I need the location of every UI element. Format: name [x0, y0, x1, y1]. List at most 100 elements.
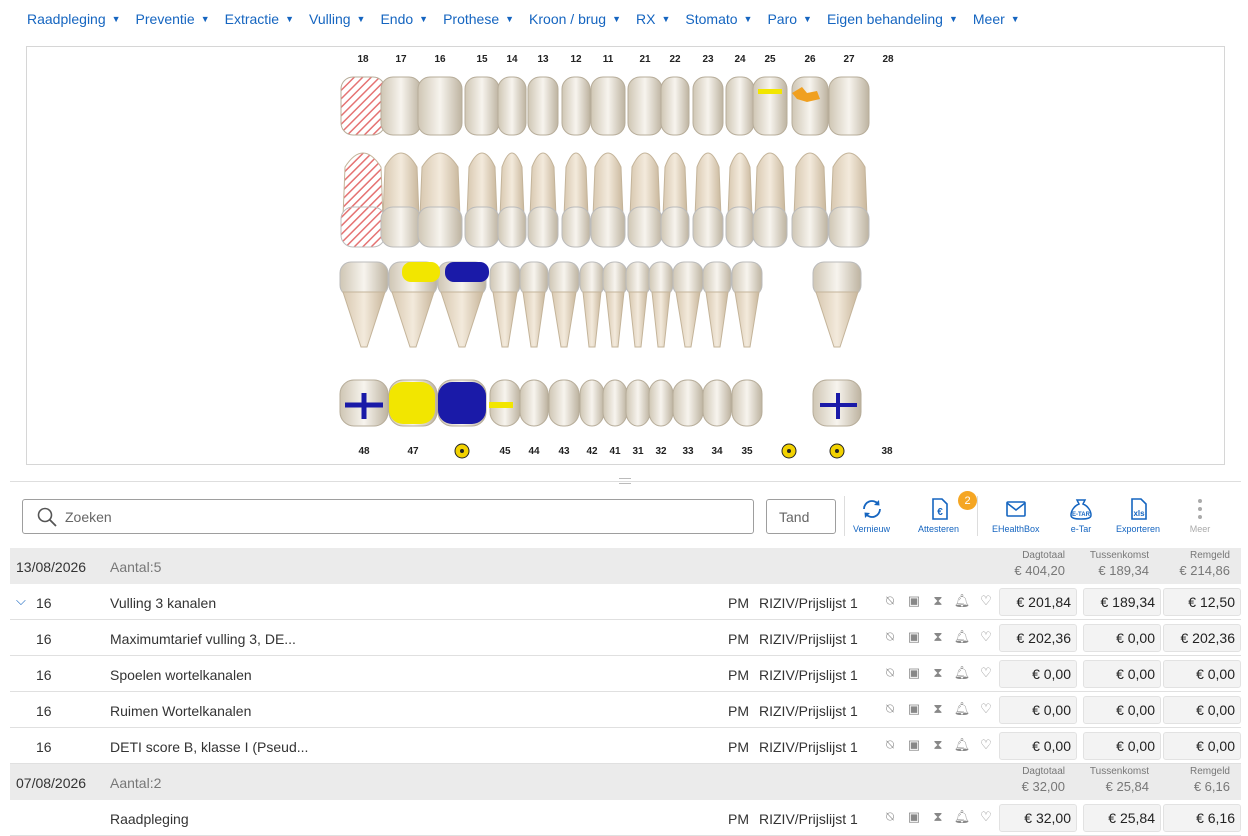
export-button[interactable]: xls Exporteren [1116, 497, 1160, 534]
menu-meer[interactable]: Meer ▼ [973, 11, 1020, 27]
heart-pulse-icon[interactable]: ♡ [974, 737, 998, 753]
no-attest-icon[interactable]: ⍉ [878, 737, 902, 753]
menu-vulling[interactable]: Vulling ▼ [309, 11, 365, 27]
tooth-number[interactable]: 24 [734, 54, 746, 65]
tooth-number[interactable]: 21 [639, 54, 651, 65]
tooth-number[interactable]: 13 [537, 54, 549, 65]
expand-chevron-icon[interactable]: ⌵ [16, 593, 26, 609]
document-status-icon[interactable]: ▣ [902, 809, 926, 825]
remgeld-amount-field[interactable]: € 0,00 [1163, 660, 1241, 688]
dagtotaal-amount-field[interactable]: € 201,84 [999, 588, 1077, 616]
tussenkomst-amount-field[interactable]: € 25,84 [1083, 804, 1161, 832]
menu-endo[interactable]: Endo ▼ [380, 11, 428, 27]
treatment-day-header[interactable]: 07/08/2026 Aantal:2 Dagtotaal € 32,00 Tussen… [10, 764, 1241, 800]
tooth-number[interactable]: 17 [395, 54, 407, 65]
treatment-day-header[interactable]: 13/08/2026 Aantal:5 Dagtotaal € 404,20 Tusse… [10, 548, 1241, 584]
document-status-icon[interactable]: ▣ [902, 701, 926, 717]
tooth-number[interactable]: 45 [499, 446, 511, 457]
dagtotaal-amount-field[interactable]: € 202,36 [999, 624, 1077, 652]
tooth-number[interactable]: 26 [804, 54, 816, 65]
hourglass-icon[interactable]: ⧗ [926, 629, 950, 645]
tooth-filter-field[interactable] [766, 499, 836, 534]
tussenkomst-amount-field[interactable]: € 0,00 [1083, 696, 1161, 724]
more-button[interactable]: Meer [1188, 497, 1212, 534]
hourglass-icon[interactable]: ⧗ [926, 737, 950, 753]
tussenkomst-amount-field[interactable]: € 0,00 [1083, 732, 1161, 760]
no-attest-icon[interactable]: ⍉ [878, 665, 902, 681]
tooth-number[interactable]: 32 [655, 446, 667, 457]
tooth-number[interactable]: 47 [407, 446, 419, 457]
menu-stomato[interactable]: Stomato ▼ [685, 11, 752, 27]
document-status-icon[interactable]: ▣ [902, 737, 926, 753]
tooth-number[interactable]: 43 [558, 446, 570, 457]
treatment-row[interactable]: ⌵ 16 Vulling 3 kanalen PM RIZIV/Prijslijst 1… [10, 584, 1241, 620]
tooth-number[interactable]: 33 [682, 446, 694, 457]
no-attest-icon[interactable]: ⍉ [878, 809, 902, 825]
treatment-row[interactable]: 16 DETI score B, klasse I (Pseud... PM RIZI… [10, 728, 1241, 764]
remgeld-amount-field[interactable]: € 0,00 [1163, 732, 1241, 760]
document-status-icon[interactable]: ▣ [902, 665, 926, 681]
treatment-row[interactable]: 16 Ruimen Wortelkanalen PM RIZIV/Prijslijst… [10, 692, 1241, 728]
odontogram[interactable]: 18 17 16 15 14 13 12 11 21 22 23 24 25 26 27 28 48 47 45 44… [26, 46, 1225, 465]
menu-prothese[interactable]: Prothese ▼ [443, 11, 514, 27]
heart-pulse-icon[interactable]: ♡ [974, 701, 998, 717]
treatment-row[interactable]: 16 Spoelen wortelkanalen PM RIZIV/Prijslijs… [10, 656, 1241, 692]
tooth-number[interactable]: 35 [741, 446, 753, 457]
tooth-number[interactable]: 25 [764, 54, 776, 65]
no-attest-icon[interactable]: ⍉ [878, 701, 902, 717]
tussenkomst-amount-field[interactable]: € 0,00 [1083, 660, 1161, 688]
splitter-grip-handle[interactable] [619, 478, 631, 484]
hourglass-icon[interactable]: ⧗ [926, 593, 950, 609]
remgeld-amount-field[interactable]: € 202,36 [1163, 624, 1241, 652]
bell-icon[interactable]: 🔔︎ [950, 737, 974, 753]
refresh-button[interactable]: Vernieuw [853, 497, 890, 534]
tooth-number[interactable]: 41 [609, 446, 621, 457]
remgeld-amount-field[interactable]: € 0,00 [1163, 696, 1241, 724]
tooth-number[interactable]: 18 [357, 54, 369, 65]
menu-rx[interactable]: RX ▼ [636, 11, 670, 27]
bell-icon[interactable]: 🔔︎ [950, 701, 974, 717]
tooth-number[interactable]: 38 [881, 446, 893, 457]
treatment-row[interactable]: 16 Maximumtarief vulling 3, DE... PM RIZIV/… [10, 620, 1241, 656]
etar-button[interactable]: E-TAR e-Tar [1068, 497, 1094, 534]
menu-paro[interactable]: Paro ▼ [767, 11, 812, 27]
heart-pulse-icon[interactable]: ♡ [974, 629, 998, 645]
menu-kroon-brug[interactable]: Kroon / brug ▼ [529, 11, 621, 27]
tooth-number[interactable]: 11 [603, 54, 614, 65]
menu-raadpleging[interactable]: Raadpleging ▼ [27, 11, 121, 27]
hourglass-icon[interactable]: ⧗ [926, 809, 950, 825]
bell-icon[interactable]: 🔔︎ [950, 665, 974, 681]
hourglass-icon[interactable]: ⧗ [926, 701, 950, 717]
remgeld-amount-field[interactable]: € 6,16 [1163, 804, 1241, 832]
heart-pulse-icon[interactable]: ♡ [974, 593, 998, 609]
bell-icon[interactable]: 🔔︎ [950, 629, 974, 645]
ehealthbox-button[interactable]: EHealthBox [992, 497, 1040, 534]
menu-preventie[interactable]: Preventie ▼ [136, 11, 210, 27]
tooth-number[interactable]: 27 [843, 54, 855, 65]
tooth-number[interactable]: 23 [702, 54, 714, 65]
document-status-icon[interactable]: ▣ [902, 593, 926, 609]
tooth-number[interactable]: 12 [570, 54, 582, 65]
tooth-number[interactable]: 48 [358, 446, 370, 457]
tooth-number[interactable]: 42 [586, 446, 598, 457]
search-input[interactable] [65, 508, 715, 525]
menu-eigen-behandeling[interactable]: Eigen behandeling ▼ [827, 11, 958, 27]
no-attest-icon[interactable]: ⍉ [878, 629, 902, 645]
heart-pulse-icon[interactable]: ♡ [974, 665, 998, 681]
tooth-number[interactable]: 15 [476, 54, 488, 65]
attest-button[interactable]: € 2 Attesteren [918, 491, 977, 534]
tussenkomst-amount-field[interactable]: € 0,00 [1083, 624, 1161, 652]
dagtotaal-amount-field[interactable]: € 0,00 [999, 732, 1077, 760]
tooth-number[interactable]: 44 [528, 446, 540, 457]
heart-pulse-icon[interactable]: ♡ [974, 809, 998, 825]
hourglass-icon[interactable]: ⧗ [926, 665, 950, 681]
tooth-number[interactable]: 31 [632, 446, 644, 457]
tooth-number[interactable]: 34 [711, 446, 723, 457]
tooth-number[interactable]: 28 [882, 54, 894, 65]
bell-icon[interactable]: 🔔︎ [950, 809, 974, 825]
bell-icon[interactable]: 🔔︎ [950, 593, 974, 609]
teeth-illustration[interactable]: 18 17 16 15 14 13 12 11 21 22 23 24 25 26 27 28 48 47 45 44… [27, 47, 1226, 466]
tooth-filter-input[interactable] [779, 508, 829, 525]
tussenkomst-amount-field[interactable]: € 189,34 [1083, 588, 1161, 616]
dagtotaal-amount-field[interactable]: € 32,00 [999, 804, 1077, 832]
